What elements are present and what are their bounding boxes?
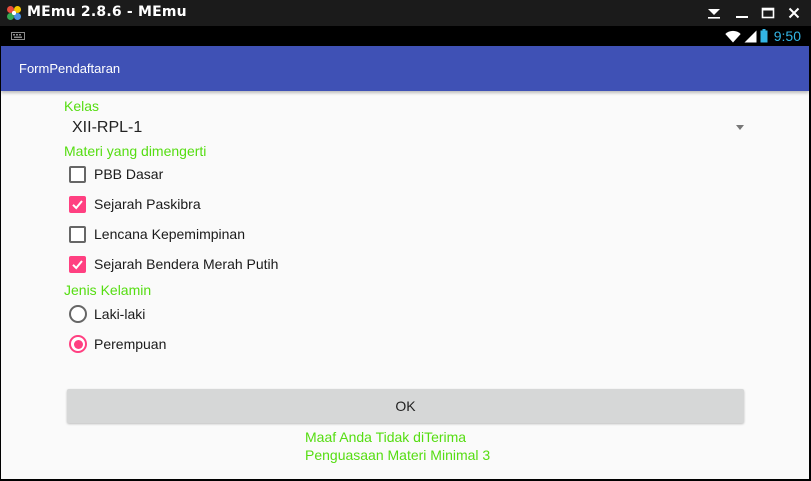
keyboard-notification-icon [11,32,25,40]
checkbox-pbb-dasar[interactable]: PBB Dasar [69,163,163,185]
checkbox-label: PBB Dasar [94,166,164,182]
wifi-icon [725,30,741,42]
emulator-title-bar: MEmu 2.8.6 - MEmu [0,0,811,26]
kelas-selected-value: XII-RPL-1 [72,119,143,136]
menu-dropdown-button[interactable] [703,2,725,24]
result-message-line1: Maaf Anda Tidak diTerima [305,429,467,445]
minimize-icon [736,16,748,18]
checkbox-sejarah-paskibra[interactable]: Sejarah Paskibra [69,193,201,215]
radio-perempuan[interactable]: Perempuan [69,333,166,355]
status-clock: 9:50 [773,28,801,44]
memu-logo-icon [7,6,21,20]
battery-icon [760,29,768,43]
checkbox-unchecked-icon [69,165,86,183]
signal-icon [744,30,757,42]
checkbox-checked-icon [69,195,86,213]
app-title: FormPendaftaran [19,61,121,76]
checkbox-checked-icon [69,255,86,273]
dropdown-arrow-icon [736,125,744,130]
checkbox-unchecked-icon [69,225,86,243]
result-message-line2: Penguasaan Materi Minimal 3 [305,447,491,463]
radio-label: Perempuan [94,336,167,352]
checkbox-label: Lencana Kepemimpinan [94,226,245,242]
jenis-kelamin-label: Jenis Kelamin [64,282,152,298]
kelas-label: Kelas [64,98,100,114]
status-bar: 9:50 [1,26,809,46]
ok-button[interactable]: OK [67,389,744,423]
maximize-icon [761,7,775,19]
action-bar: FormPendaftaran [1,46,809,91]
android-screen: 9:50 FormPendaftaran Kelas XII-RPL-1 Mat… [1,26,809,479]
maximize-button[interactable] [757,2,779,24]
menu-dropdown-icon [708,9,720,19]
checkbox-label: Sejarah Bendera Merah Putih [94,256,279,272]
checkbox-lencana-kepemimpinan[interactable]: Lencana Kepemimpinan [69,223,245,245]
minimize-button[interactable] [731,2,753,24]
radio-unselected-icon [69,305,87,323]
radio-selected-icon [69,335,87,353]
close-button[interactable] [783,2,805,24]
radio-laki-laki[interactable]: Laki-laki [69,303,145,325]
emulator-window-title: MEmu 2.8.6 - MEmu [27,4,187,20]
checkbox-label: Sejarah Paskibra [94,196,201,212]
form-content: Kelas XII-RPL-1 Materi yang dimengerti P… [1,91,809,479]
checkbox-sejarah-bendera[interactable]: Sejarah Bendera Merah Putih [69,253,278,275]
materi-label: Materi yang dimengerti [64,143,207,159]
radio-label: Laki-laki [94,306,146,322]
kelas-spinner[interactable]: XII-RPL-1 [63,118,751,140]
close-icon [788,7,800,19]
